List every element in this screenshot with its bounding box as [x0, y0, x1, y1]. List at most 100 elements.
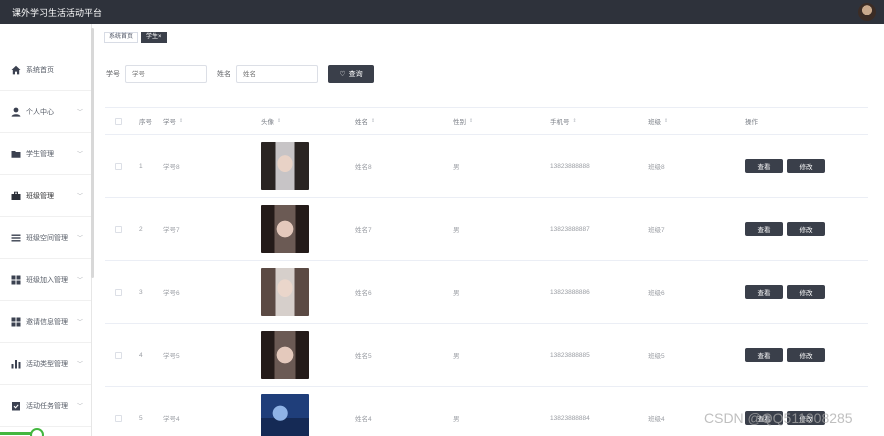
- student-no-input[interactable]: [125, 65, 207, 83]
- tab-students[interactable]: 学生×: [141, 31, 167, 43]
- grid-icon: [10, 274, 21, 285]
- sidebar-item-class-space[interactable]: 班级空间管理 ﹀: [0, 217, 91, 259]
- edit-button[interactable]: 修改: [787, 222, 825, 236]
- edit-button[interactable]: 修改: [787, 159, 825, 173]
- table-row: 4 学号5 姓名5 男 13823888885 班级5 查看 修改: [105, 324, 868, 387]
- sidebar-item-label: 系统首页: [26, 66, 54, 74]
- row-student-no: 学号5: [163, 353, 180, 360]
- row-checkbox[interactable]: [115, 351, 122, 359]
- header-name[interactable]: 姓名 ⇕: [355, 108, 375, 134]
- row-class: 班级7: [648, 227, 665, 234]
- sidebar-item-label: 活动类型管理: [26, 360, 68, 368]
- row-checkbox[interactable]: [115, 288, 122, 296]
- chevron-down-icon: ﹀: [76, 152, 83, 158]
- sort-icon[interactable]: ⇕: [371, 118, 375, 124]
- chevron-down-icon: ﹀: [76, 194, 83, 200]
- table-row: 1 学号8 姓名8 男 13823888888 班级8 查看 修改: [105, 135, 868, 198]
- briefcase-icon: [10, 190, 21, 201]
- row-checkbox[interactable]: [115, 225, 122, 233]
- row-gender: 男: [453, 290, 460, 297]
- table-row: 3 学号6 姓名6 男 13823888886 班级6 查看 修改: [105, 261, 868, 324]
- students-table: 序号 学号 ⇕ 头像 ⇕ 姓名 ⇕ 性别 ⇕ 手机号 ⇕ 班级 ⇕ 操作 1 学号8 姓名8…: [105, 107, 868, 436]
- row-gender: 男: [453, 227, 460, 234]
- row-name: 姓名4: [355, 416, 372, 423]
- view-button[interactable]: 查看: [745, 159, 783, 173]
- student-photo: [261, 331, 309, 379]
- sidebar-item-invitations[interactable]: 邀请信息管理 ﹀: [0, 301, 91, 343]
- sidebar-item-activity-types[interactable]: 活动类型管理 ﹀: [0, 343, 91, 385]
- header-class[interactable]: 班级 ⇕: [648, 108, 668, 134]
- chevron-down-icon: ﹀: [76, 278, 83, 284]
- view-button[interactable]: 查看: [745, 222, 783, 236]
- sidebar-item-class-join[interactable]: 班级加入管理 ﹀: [0, 259, 91, 301]
- sidebar: 系统首页 个人中心 ﹀ 学生管理 ﹀ 班级管理 ﹀ 班级空间管理 ﹀ 班级加入管…: [0, 24, 94, 436]
- sidebar-item-label: 活动任务管理: [26, 402, 68, 410]
- progress-bar: [0, 432, 32, 435]
- heart-icon: ♡: [339, 71, 346, 78]
- app-title: 课外学习生活活动平台: [12, 8, 103, 18]
- table-header: 序号 学号 ⇕ 头像 ⇕ 姓名 ⇕ 性别 ⇕ 手机号 ⇕ 班级 ⇕ 操作: [105, 107, 868, 135]
- tab-label: 学生: [146, 33, 159, 40]
- user-icon: [10, 106, 21, 117]
- row-student-no: 学号7: [163, 227, 180, 234]
- row-phone: 13823888886: [550, 288, 590, 296]
- watermark: CSDN @QQ511008285: [704, 410, 853, 426]
- sidebar-item-activity-tasks[interactable]: 活动任务管理 ﹀: [0, 385, 91, 427]
- student-photo: [261, 394, 309, 436]
- row-phone: 13823888888: [550, 162, 590, 170]
- sidebar-item-classes[interactable]: 班级管理 ﹀: [0, 175, 91, 217]
- select-all-checkbox[interactable]: [115, 117, 122, 125]
- sort-icon[interactable]: ⇕: [179, 118, 183, 124]
- chevron-down-icon: ﹀: [76, 362, 83, 368]
- sidebar-item-label: 班级管理: [26, 192, 54, 200]
- row-checkbox[interactable]: [115, 162, 122, 170]
- tab-bar: 系统首页 学生×: [104, 30, 170, 44]
- sort-icon[interactable]: ⇕: [664, 118, 668, 124]
- user-avatar[interactable]: [858, 3, 876, 21]
- top-bar: 课外学习生活活动平台: [0, 0, 884, 24]
- header-phone[interactable]: 手机号 ⇕: [550, 108, 577, 134]
- row-phone: 13823888885: [550, 351, 590, 359]
- folder-icon: [10, 148, 21, 159]
- row-name: 姓名6: [355, 290, 372, 297]
- row-student-no: 学号6: [163, 290, 180, 297]
- header-student-no[interactable]: 学号 ⇕: [163, 108, 183, 134]
- sidebar-item-label: 班级加入管理: [26, 276, 68, 284]
- sidebar-item-label: 学生管理: [26, 150, 54, 158]
- chevron-down-icon: ﹀: [76, 404, 83, 410]
- sidebar-item-students[interactable]: 学生管理 ﹀: [0, 133, 91, 175]
- view-button[interactable]: 查看: [745, 285, 783, 299]
- table-row: 2 学号7 姓名7 男 13823888887 班级7 查看 修改: [105, 198, 868, 261]
- edit-button[interactable]: 修改: [787, 285, 825, 299]
- row-student-no: 学号8: [163, 164, 180, 171]
- grid-icon: [10, 316, 21, 327]
- row-name: 姓名7: [355, 227, 372, 234]
- student-no-label: 学号: [106, 71, 120, 78]
- sort-icon[interactable]: ⇕: [277, 118, 281, 124]
- header-ops: 操作: [745, 119, 758, 126]
- row-gender: 男: [453, 353, 460, 360]
- tab-home[interactable]: 系统首页: [104, 31, 139, 43]
- header-gender[interactable]: 性别 ⇕: [453, 108, 473, 134]
- row-class: 班级5: [648, 353, 665, 360]
- row-checkbox[interactable]: [115, 414, 122, 422]
- row-phone: 13823888884: [550, 414, 590, 422]
- sidebar-item-profile[interactable]: 个人中心 ﹀: [0, 91, 91, 133]
- header-index: 序号: [139, 119, 152, 126]
- name-input[interactable]: [236, 65, 318, 83]
- row-index: 3: [139, 288, 143, 296]
- name-label: 姓名: [217, 71, 231, 78]
- sort-icon[interactable]: ⇕: [469, 118, 473, 124]
- row-index: 1: [139, 162, 143, 170]
- row-index: 5: [139, 414, 143, 422]
- close-icon[interactable]: ×: [158, 34, 162, 40]
- edit-button[interactable]: 修改: [787, 348, 825, 362]
- query-button[interactable]: ♡ 查询: [328, 65, 374, 83]
- header-photo[interactable]: 头像 ⇕: [261, 108, 281, 134]
- sort-icon[interactable]: ⇕: [573, 118, 577, 124]
- student-photo: [261, 205, 309, 253]
- row-index: 2: [139, 225, 143, 233]
- view-button[interactable]: 查看: [745, 348, 783, 362]
- sidebar-item-home[interactable]: 系统首页: [0, 49, 91, 91]
- sidebar-scrollbar[interactable]: [91, 28, 94, 278]
